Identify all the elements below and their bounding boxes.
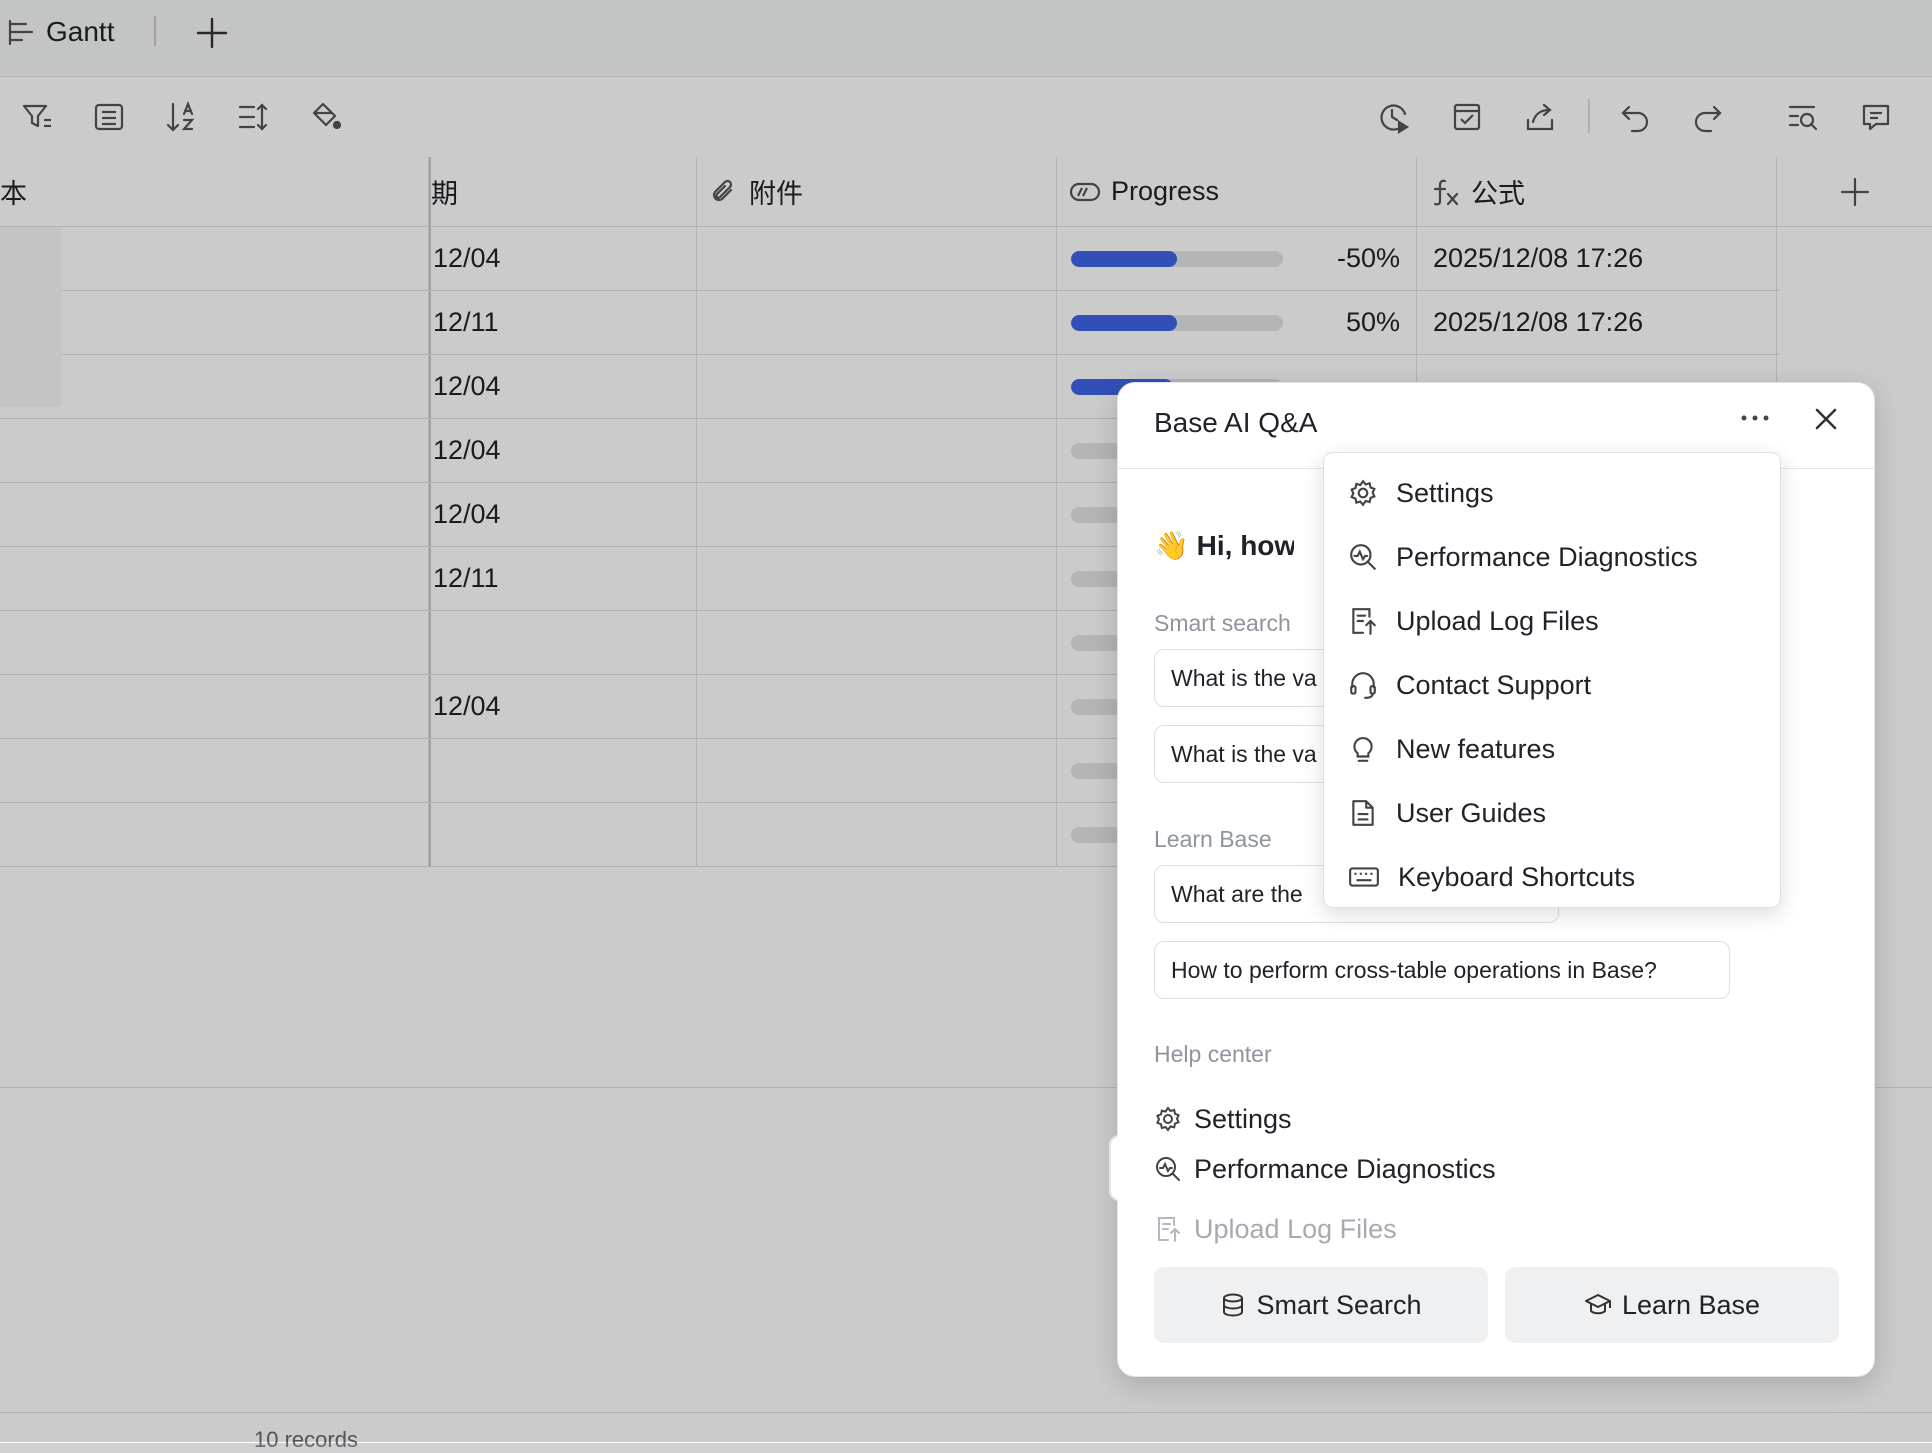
chip-label: What is the va [1171,740,1317,767]
menu-item-new-features[interactable]: New features [1328,717,1772,781]
help-item-label: Settings [1194,1103,1292,1134]
menu-item-label: Settings [1396,477,1494,508]
headset-icon [1350,672,1376,699]
menu-item-label: Keyboard Shortcuts [1398,861,1636,892]
help-item-settings[interactable]: Settings [1154,1093,1292,1145]
menu-item-performance-diagnostics[interactable]: Performance Diagnostics [1328,525,1772,589]
upload-log-icon [1158,1217,1180,1242]
menu-item-label: New features [1396,733,1556,764]
suggestion-chip[interactable]: How to perform cross-table operations in… [1154,941,1730,999]
button-label: Smart Search [1256,1289,1422,1320]
keyboard-icon [1349,867,1379,887]
button-label: Learn Base [1621,1289,1761,1320]
section-label-learn-base: Learn Base [1154,826,1272,852]
smart-search-button[interactable]: Smart Search [1154,1267,1488,1343]
chip-label: What are the [1171,880,1303,907]
menu-item-label: Performance Diagnostics [1396,541,1698,572]
help-item-performance-diagnostics[interactable]: Performance Diagnostics [1154,1143,1496,1195]
help-item-label: Upload Log Files [1194,1213,1397,1244]
greeting: 👋 Hi, how ca [1154,530,1294,561]
document-icon [1352,800,1374,826]
diagnostics-icon [1156,1157,1180,1181]
ellipsis-icon [1741,415,1769,421]
chip-label: What is the va [1171,664,1317,691]
graduation-cap-icon [1584,1294,1611,1315]
database-icon [1223,1293,1244,1317]
menu-item-label: Upload Log Files [1396,605,1599,636]
learn-base-button[interactable]: Learn Base [1505,1267,1839,1343]
gear-icon [1350,479,1376,507]
close-icon [1815,408,1837,430]
menu-item-keyboard-shortcuts[interactable]: Keyboard Shortcuts [1328,845,1772,909]
gear-icon [1156,1106,1180,1132]
section-label-help-center: Help center [1154,1041,1272,1067]
menu-item-user-guides[interactable]: User Guides [1328,781,1772,845]
menu-item-contact-support[interactable]: Contact Support [1328,653,1772,717]
menu-item-upload-log-files[interactable]: Upload Log Files [1328,589,1772,653]
chip-label: How to perform cross-table operations in… [1171,956,1657,983]
menu-item-settings[interactable]: Settings [1328,461,1772,525]
section-label-smart-search: Smart search [1154,610,1291,636]
more-options-button[interactable] [1707,383,1803,453]
help-item-label: Performance Diagnostics [1194,1153,1496,1184]
diagnostics-icon [1350,544,1376,570]
help-item-upload-log-files[interactable]: Upload Log Files [1154,1203,1397,1255]
panel-title: Base AI Q&A [1154,407,1318,438]
lightbulb-icon [1353,736,1373,762]
close-button[interactable] [1806,399,1846,439]
menu-item-label: User Guides [1396,797,1547,828]
more-options-menu: Settings Performance Diagnostics Upload … [1323,452,1781,908]
menu-item-label: Contact Support [1396,669,1592,700]
upload-log-icon [1352,608,1376,635]
